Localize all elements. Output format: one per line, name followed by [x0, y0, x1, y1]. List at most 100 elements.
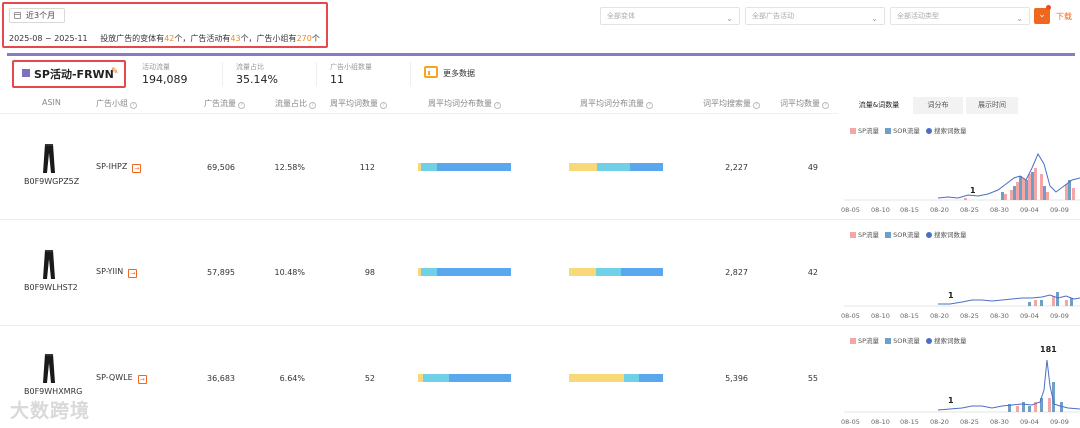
help-icon: ? — [646, 102, 653, 109]
help-icon: ? — [494, 102, 501, 109]
external-link-icon: → — [132, 164, 142, 173]
x-tick: 08-05 — [841, 312, 860, 320]
distribution-segment — [420, 268, 437, 276]
distribution-segment — [639, 374, 663, 382]
th-avg-search: 词平均搜索量? — [703, 98, 760, 109]
x-tick: 08-10 — [871, 418, 890, 426]
calendar-icon — [14, 12, 21, 19]
distribution-segment — [623, 374, 640, 382]
tab-display-time[interactable]: 展示时间 — [966, 97, 1018, 114]
th-weekly-kw: 周平均词数量? — [330, 98, 387, 109]
product-thumbnail[interactable] — [42, 354, 56, 384]
x-axis-ticks: 08-05 08-10 08-15 08-20 08-25 08-30 09-0… — [841, 312, 1069, 320]
section-divider — [7, 53, 1075, 56]
table-row: B0F9WLHST2 SP-YIIN → 57,895 10.48% 98 2,8… — [0, 220, 1080, 324]
chevron-down-icon: ⌄ — [1016, 14, 1023, 23]
th-avg-kw: 词平均数量? — [780, 98, 829, 109]
more-data-icon[interactable] — [424, 66, 438, 78]
traffic-chart-2: 1 08-05 08-10 08-15 08-20 08-25 08-30 09… — [841, 291, 1080, 320]
notification-dot — [1046, 5, 1051, 10]
x-tick: 08-10 — [871, 312, 890, 320]
group-count: 270 — [296, 34, 312, 43]
product-thumbnail[interactable] — [42, 144, 56, 174]
x-tick: 08-15 — [900, 418, 919, 426]
date-span: 2025-08 ~ 2025-11 — [9, 34, 88, 43]
traffic-distribution-bar — [569, 374, 663, 382]
more-data-link[interactable]: 更多数据 — [443, 68, 475, 79]
x-tick: 08-05 — [841, 206, 860, 214]
kw-line — [937, 152, 1080, 199]
tab-kw-dist[interactable]: 词分布 — [913, 97, 963, 114]
ad-group-cell[interactable]: SP-IHPZ → — [96, 162, 142, 173]
help-icon: ? — [822, 102, 829, 109]
help-icon: ? — [753, 102, 760, 109]
distribution-segment — [569, 374, 624, 382]
kw-distribution-bar — [418, 374, 511, 382]
x-tick: 08-25 — [960, 418, 979, 426]
tab-traffic-kw[interactable]: 流量&词数量 — [847, 97, 911, 114]
asin-value: B0F9WGPZ5Z — [24, 177, 80, 186]
th-traffic-dist: 周平均词分布流量? — [580, 98, 653, 109]
x-tick: 09-09 — [1050, 312, 1069, 320]
entity-select[interactable]: 全部变体 ⌄ — [600, 7, 740, 25]
x-axis-ticks: 08-05 08-10 08-15 08-20 08-25 08-30 09-0… — [841, 206, 1069, 214]
external-link-icon: → — [128, 269, 138, 278]
traffic-chart-3: 1 181 08-05 08-10 08-15 08-20 08-25 08-3… — [841, 345, 1080, 426]
distribution-segment — [420, 163, 437, 171]
chart-annotation: 1 — [948, 291, 954, 300]
download-button[interactable]: 下载 — [1056, 11, 1072, 22]
sp-bar — [1016, 398, 1051, 412]
edit-icon[interactable]: ✎ — [111, 67, 119, 77]
x-tick: 08-15 — [900, 312, 919, 320]
watermark-logo: 大数跨境 — [10, 400, 91, 422]
date-range-button[interactable]: 近3个月 — [9, 8, 65, 23]
distribution-segment — [422, 374, 449, 382]
x-tick: 09-04 — [1020, 418, 1039, 426]
external-link-icon: → — [137, 375, 147, 384]
ad-group-cell[interactable]: SP-QWLE → — [96, 373, 147, 384]
product-thumbnail[interactable] — [42, 250, 56, 280]
distribution-segment — [436, 163, 511, 171]
download-icon[interactable]: ⌄ — [1034, 8, 1050, 24]
distribution-segment — [569, 163, 598, 171]
kw-distribution-bar — [418, 163, 511, 171]
distribution-segment — [448, 374, 511, 382]
table-row: B0F9WGPZ5Z SP-IHPZ → 69,506 12.58% 112 2,… — [0, 114, 1080, 218]
th-group: 广告小组? — [96, 98, 137, 109]
distribution-segment — [620, 268, 663, 276]
x-tick: 08-25 — [960, 206, 979, 214]
x-tick: 08-30 — [990, 206, 1009, 214]
help-icon: ? — [238, 102, 245, 109]
x-tick: 08-20 — [930, 312, 949, 320]
kw-line — [937, 359, 1080, 411]
chart-annotation: 1 — [948, 396, 954, 405]
help-icon: ? — [380, 102, 387, 109]
chevron-down-icon: ⌄ — [726, 14, 733, 23]
th-share: 流量占比? — [275, 98, 316, 109]
x-tick: 09-09 — [1050, 206, 1069, 214]
distribution-segment — [596, 268, 621, 276]
traffic-chart-1: 1 08-05 08-10 08-15 08-20 08-25 08-30 09… — [841, 152, 1080, 214]
metric-traffic: 活动流量 194,089 — [142, 63, 188, 86]
date-range-label: 近3个月 — [26, 11, 56, 20]
metric-share: 流量占比 35.14% — [236, 63, 278, 86]
campaign-name: SP活动-FRWN — [34, 68, 114, 81]
distribution-segment — [597, 163, 631, 171]
x-tick: 08-20 — [930, 206, 949, 214]
x-tick: 08-10 — [871, 206, 890, 214]
asin-value: B0F9WLHST2 — [24, 283, 78, 292]
x-tick: 08-30 — [990, 312, 1009, 320]
x-tick: 09-04 — [1020, 312, 1039, 320]
distribution-segment — [630, 163, 663, 171]
help-icon: ? — [130, 102, 137, 109]
campaign-type-select[interactable]: 全部活动类型 ⌄ — [890, 7, 1030, 25]
x-tick: 09-04 — [1020, 206, 1039, 214]
distribution-segment — [569, 268, 597, 276]
ad-group-cell[interactable]: SP-YIIN → — [96, 267, 138, 278]
variant-count: 42 — [164, 34, 175, 43]
x-tick: 09-09 — [1050, 418, 1069, 426]
campaign-select[interactable]: 全部广告活动 ⌄ — [745, 7, 885, 25]
peak-label: 181 — [1040, 345, 1057, 354]
page-root: 近3个月 2025-08 ~ 2025-11 投放广告的变体有42个，广告活动有… — [0, 0, 1080, 428]
distribution-segment — [436, 268, 511, 276]
